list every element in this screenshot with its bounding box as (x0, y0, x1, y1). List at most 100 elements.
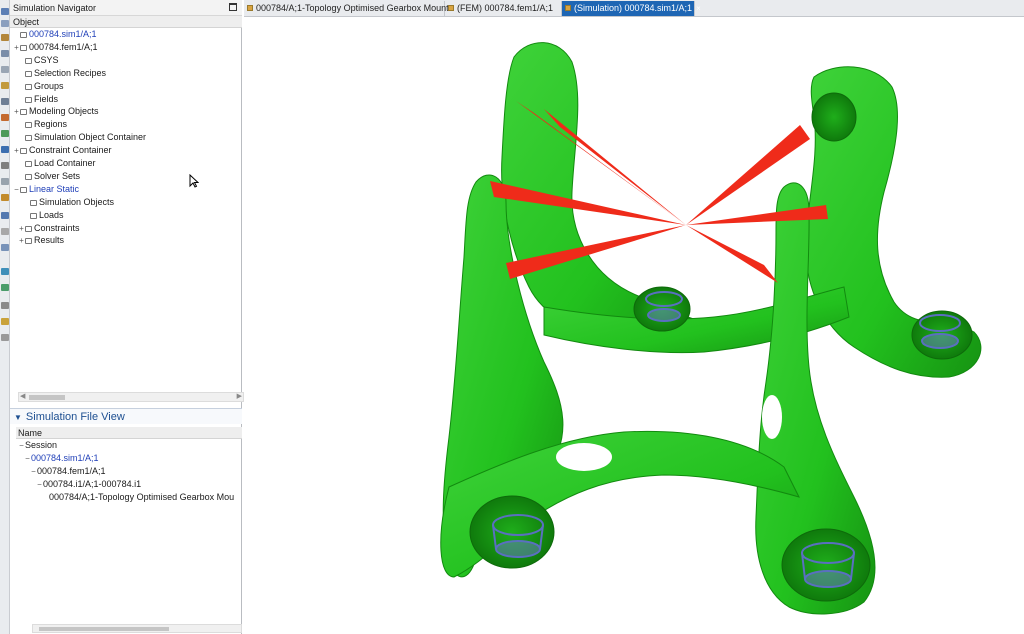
assembly-icon[interactable] (1, 34, 9, 41)
navigator-tree-row[interactable]: + Constraint Container (13, 144, 111, 157)
tree-node-label: Fields (34, 93, 59, 104)
camera-icon[interactable] (1, 178, 9, 185)
tab-label: (FEM) 000784.fem1/A;1 (457, 3, 554, 13)
nx-simulation-window: Simulation Navigator Object 000784.sim1/… (0, 0, 1024, 634)
tree-node-label: Solver Sets (34, 170, 81, 181)
file-view-row[interactable]: −000784.sim1/A;1 (24, 452, 98, 465)
node-icon (25, 83, 32, 90)
tab-fem[interactable]: (FEM) 000784.fem1/A;1 (445, 1, 562, 16)
scrollbar-thumb[interactable] (39, 627, 169, 631)
navigator-tree-row[interactable]: +000784.fem1/A;1 (13, 41, 97, 54)
node-icon (25, 238, 32, 245)
system-icon[interactable] (1, 146, 9, 153)
navigator-icon[interactable] (1, 8, 9, 15)
file-view-row[interactable]: 000784/A;1-Topology Optimised Gearbox Mo… (42, 491, 234, 504)
tree-node-label: Linear Static (29, 183, 80, 194)
mesh-icon[interactable] (1, 244, 9, 251)
expand-toggle-icon[interactable]: − (18, 439, 25, 452)
navigator-tree-row[interactable]: 000784.sim1/A;1 (13, 28, 97, 41)
document-tab-bar: 000784/A;1-Topology Optimised Gearbox Mo… (244, 0, 1024, 17)
collapse-icon[interactable]: ▼ (14, 413, 22, 422)
tab-part[interactable]: 000784/A;1-Topology Optimised Gearbox Mo… (244, 1, 449, 16)
expand-toggle-icon[interactable]: − (24, 452, 31, 465)
report-icon[interactable] (1, 284, 9, 291)
node-icon (20, 32, 27, 38)
file-view-row[interactable]: −000784.fem1/A;1 (30, 465, 106, 478)
expand-toggle-icon[interactable]: + (13, 105, 20, 118)
navigator-title: Simulation Navigator (10, 0, 242, 16)
result-icon[interactable] (1, 268, 9, 275)
palette-icon[interactable] (1, 130, 9, 137)
tools-icon[interactable] (1, 334, 9, 341)
graphics-viewport[interactable] (244, 17, 1024, 634)
expand-toggle-icon[interactable]: + (13, 41, 20, 54)
tree-node-label: Constraints (34, 222, 80, 233)
object-column-header[interactable]: Object (10, 16, 242, 28)
node-icon (30, 199, 37, 206)
timer-icon[interactable] (1, 302, 9, 309)
file-node-label: 000784.i1/A;1-000784.i1 (43, 479, 142, 489)
navigator-tree-row[interactable]: Simulation Object Container (18, 131, 146, 144)
navigator-tree-row[interactable]: Fields (18, 93, 58, 106)
name-column-header[interactable]: Name (16, 427, 242, 439)
navigator-tree-row[interactable]: + Results (18, 234, 64, 247)
scrollbar-thumb[interactable] (29, 395, 65, 400)
tree-node-label: Groups (34, 80, 64, 91)
tab-label: 000784/A;1-Topology Optimised Gearbox Mo… (256, 3, 449, 13)
tree-node-label: Regions (34, 119, 68, 130)
part-file-icon (247, 5, 253, 11)
expand-toggle-icon[interactable]: + (18, 234, 25, 247)
file-view-row[interactable]: −Session (18, 439, 57, 452)
file-view-row[interactable]: −000784.i1/A;1-000784.i1 (36, 478, 141, 491)
navigator-tree-row[interactable]: + Modeling Objects (13, 105, 98, 118)
navigator-tree-row[interactable]: CSYS (18, 54, 59, 67)
web-icon[interactable] (1, 98, 9, 105)
node-icon (20, 44, 27, 51)
file-view-header[interactable]: ▼ Simulation File View (10, 408, 242, 424)
tree-node-label: Simulation Object Container (34, 132, 147, 143)
node-icon (20, 148, 27, 155)
material-icon[interactable] (1, 228, 9, 235)
navigator-tree-row[interactable]: Simulation Objects (23, 196, 114, 209)
navigator-tree-row[interactable]: + Constraints (18, 222, 80, 235)
expand-toggle-icon[interactable]: + (18, 222, 25, 235)
file-node-label: 000784.fem1/A;1 (37, 466, 106, 476)
navigator-tree-row[interactable]: Selection Recipes (18, 67, 106, 80)
close-icon[interactable]: × (696, 4, 701, 13)
clock-icon[interactable] (1, 162, 9, 169)
navigator-tree-row[interactable]: Load Container (18, 157, 96, 170)
history-icon[interactable] (1, 66, 9, 73)
web-hole-right (762, 395, 782, 439)
tab-simulation[interactable]: (Simulation) 000784.sim1/A;1 × (562, 1, 701, 16)
file-view-horizontal-scrollbar[interactable] (32, 624, 242, 633)
expand-toggle-icon[interactable]: + (13, 144, 20, 157)
gearbox-mount-model (440, 42, 982, 615)
expand-toggle-icon[interactable]: − (13, 183, 20, 196)
expand-toggle-icon[interactable]: − (36, 478, 43, 491)
scroll-right-icon[interactable]: ▶ (237, 392, 242, 400)
constraint-icon[interactable] (1, 50, 9, 57)
gear-icon[interactable] (1, 194, 9, 201)
chart-icon[interactable] (1, 318, 9, 325)
scroll-left-icon[interactable]: ◀ (20, 392, 25, 400)
tree-node-label: 000784.sim1/A;1 (29, 29, 97, 39)
expand-toggle-icon[interactable]: − (30, 465, 37, 478)
node-icon (20, 186, 27, 193)
part-icon[interactable] (1, 20, 9, 27)
node-icon (25, 70, 32, 77)
navigator-tree-row[interactable]: Groups (18, 80, 64, 93)
navigator-tree-row[interactable]: Loads (23, 209, 64, 222)
navigator-tree-row[interactable]: Solver Sets (18, 170, 80, 183)
navigator-tree-row[interactable]: − Linear Static (13, 183, 79, 196)
simulation-navigator: Simulation Navigator Object 000784.sim1/… (10, 0, 244, 634)
tree-node-label: Results (34, 235, 65, 246)
reuse-icon[interactable] (1, 82, 9, 89)
navigator-tree-row[interactable]: Regions (18, 118, 67, 131)
tree-node-label: Loads (39, 209, 64, 220)
maximize-icon[interactable] (229, 3, 237, 11)
simulation-icon[interactable] (1, 212, 9, 219)
navigator-horizontal-scrollbar[interactable]: ◀ ▶ (18, 392, 244, 402)
tree-node-label: Selection Recipes (34, 67, 107, 78)
file-view-title: Simulation File View (25, 411, 125, 423)
role-icon[interactable] (1, 114, 9, 121)
